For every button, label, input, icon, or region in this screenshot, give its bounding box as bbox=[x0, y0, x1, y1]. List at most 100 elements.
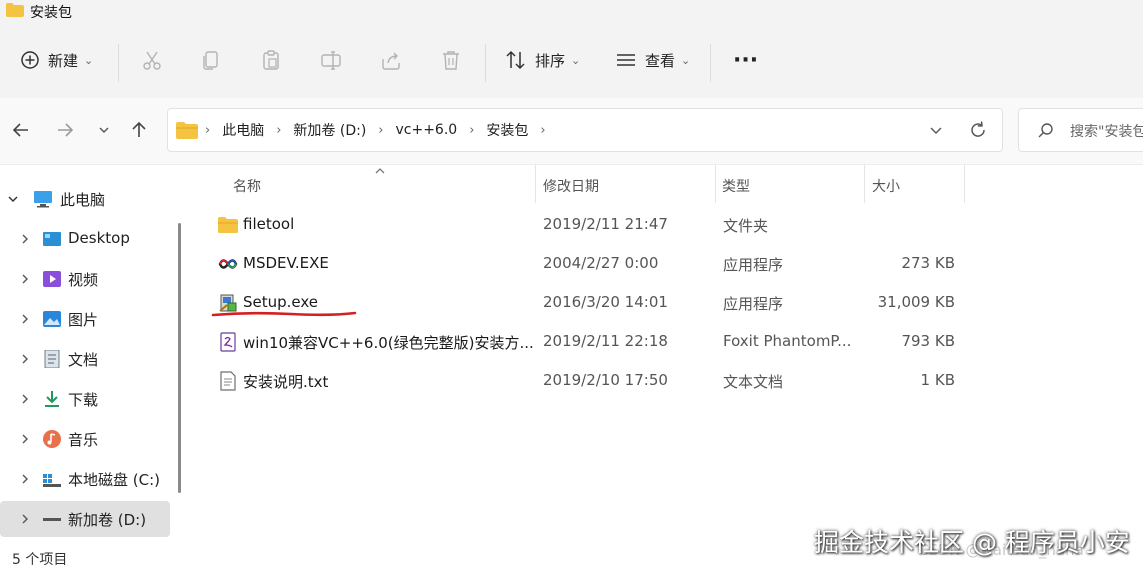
pdf-icon bbox=[220, 332, 236, 352]
file-type: 文本文档 bbox=[723, 373, 784, 391]
sidebar-item-label: 本地磁盘 (C:) bbox=[68, 471, 160, 489]
chevron-right-icon[interactable] bbox=[18, 432, 32, 446]
column-header-label: 修改日期 bbox=[543, 179, 599, 195]
file-date: 2019/2/10 17:50 bbox=[543, 371, 668, 389]
up-button[interactable] bbox=[127, 118, 151, 142]
file-row-msdev[interactable]: MSDEV.EXE 2004/2/27 0:00 应用程序 273 KB bbox=[210, 245, 970, 283]
drive-icon bbox=[43, 474, 61, 487]
column-header-date[interactable]: 修改日期 bbox=[535, 165, 715, 203]
view-button-label: 查看 bbox=[645, 51, 676, 70]
sidebar-item-label: 新加卷 (D:) bbox=[68, 511, 147, 529]
file-name: Setup.exe bbox=[243, 293, 319, 311]
msdev-icon bbox=[218, 259, 238, 269]
sidebar-item-label: 视频 bbox=[68, 271, 99, 289]
window-title: 安装包 bbox=[30, 5, 72, 21]
paste-button[interactable] bbox=[260, 22, 282, 98]
file-row-filetool[interactable]: filetool 2019/2/11 21:47 文件夹 bbox=[210, 206, 970, 244]
clipboard-icon bbox=[263, 50, 279, 70]
column-header-name[interactable]: 名称 bbox=[210, 165, 535, 203]
copy-icon bbox=[203, 51, 218, 70]
sidebar-item-label: 此电脑 bbox=[60, 191, 106, 209]
more-icon: ··· bbox=[733, 47, 759, 73]
file-name: win10兼容VC++6.0(绿色完整版)安装方... bbox=[243, 334, 534, 352]
search-input[interactable]: 搜索"安装包" bbox=[1070, 121, 1143, 141]
more-options-button[interactable]: ··· bbox=[733, 22, 758, 98]
back-button[interactable] bbox=[9, 118, 33, 142]
copy-button[interactable] bbox=[200, 22, 222, 98]
sidebar-item-videos[interactable]: 视频 bbox=[0, 261, 170, 297]
sidebar-item-documents[interactable]: 文档 bbox=[0, 341, 170, 377]
sidebar-scrollbar[interactable] bbox=[178, 223, 181, 493]
new-button[interactable]: 新建 ⌄ bbox=[20, 22, 93, 98]
column-header-size[interactable]: 大小 bbox=[864, 165, 964, 203]
picture-icon bbox=[43, 311, 61, 327]
navigation-bar: › 此电脑 › 新加卷 (D:) › vc++6.0 › 安装包 › 搜索"安装… bbox=[0, 98, 1143, 165]
column-header-type[interactable]: 类型 bbox=[715, 165, 865, 203]
breadcrumb-separator-icon: › bbox=[205, 122, 211, 138]
command-bar: 新建 ⌄ 排序 ⌄ 查看 ⌄ ··· bbox=[0, 22, 1143, 98]
search-icon bbox=[1038, 123, 1053, 138]
folder-icon bbox=[176, 122, 198, 139]
chevron-down-icon[interactable] bbox=[6, 192, 20, 206]
breadcrumb-separator-icon: › bbox=[276, 122, 282, 138]
chevron-down-icon: ⌄ bbox=[84, 53, 94, 67]
share-icon bbox=[382, 52, 400, 70]
file-row-pdf[interactable]: win10兼容VC++6.0(绿色完整版)安装方... 2019/2/11 22… bbox=[210, 323, 970, 361]
chevron-right-icon[interactable] bbox=[18, 392, 32, 406]
rename-button[interactable] bbox=[320, 22, 342, 98]
sidebar-item-music[interactable]: 音乐 bbox=[0, 421, 170, 457]
refresh-icon[interactable] bbox=[968, 120, 988, 140]
file-row-readme-txt[interactable]: 安装说明.txt 2019/2/10 17:50 文本文档 1 KB bbox=[210, 362, 970, 400]
monitor-icon bbox=[34, 191, 52, 208]
chevron-right-icon[interactable] bbox=[18, 512, 32, 526]
sidebar-item-this-pc[interactable]: 此电脑 bbox=[0, 181, 170, 217]
forward-button[interactable] bbox=[53, 118, 77, 142]
recent-locations-button[interactable] bbox=[92, 118, 116, 142]
file-name: MSDEV.EXE bbox=[243, 254, 329, 272]
address-bar[interactable]: › 此电脑 › 新加卷 (D:) › vc++6.0 › 安装包 › bbox=[167, 108, 1003, 152]
sidebar-item-downloads[interactable]: 下载 bbox=[0, 381, 170, 417]
column-header-label: 类型 bbox=[722, 179, 750, 195]
breadcrumb-vc-folder[interactable]: vc++6.0 bbox=[395, 122, 457, 138]
text-file-icon bbox=[220, 371, 236, 391]
sidebar-item-pictures[interactable]: 图片 bbox=[0, 301, 170, 337]
item-count-status: 5 个项目 bbox=[12, 552, 68, 568]
cut-button[interactable] bbox=[141, 22, 163, 98]
annotation-underline bbox=[211, 311, 357, 317]
arrow-right-icon bbox=[58, 123, 74, 137]
file-date: 2019/2/11 22:18 bbox=[543, 332, 668, 350]
music-icon bbox=[43, 430, 61, 448]
sidebar-item-label: 下载 bbox=[68, 391, 99, 409]
arrow-up-icon bbox=[132, 121, 146, 137]
rename-icon bbox=[321, 51, 341, 70]
drive-icon bbox=[43, 518, 61, 521]
chevron-right-icon[interactable] bbox=[18, 232, 32, 246]
title-bar: 安装包 bbox=[0, 0, 1143, 22]
delete-button[interactable] bbox=[440, 22, 462, 98]
view-button[interactable]: 查看 ⌄ bbox=[615, 22, 690, 98]
sidebar-item-desktop[interactable]: Desktop bbox=[0, 221, 170, 257]
breadcrumb-drive-d[interactable]: 新加卷 (D:) bbox=[293, 120, 366, 140]
sidebar-item-label: 文档 bbox=[68, 351, 99, 369]
sidebar-item-drive-c[interactable]: 本地磁盘 (C:) bbox=[0, 461, 170, 497]
search-box[interactable]: 搜索"安装包" bbox=[1018, 108, 1143, 152]
sidebar-item-drive-d[interactable]: 新加卷 (D:) bbox=[0, 501, 170, 537]
sidebar-item-label: 图片 bbox=[68, 311, 99, 329]
chevron-right-icon[interactable] bbox=[18, 312, 32, 326]
sort-button[interactable]: 排序 ⌄ bbox=[505, 22, 580, 98]
file-date: 2016/3/20 14:01 bbox=[543, 293, 668, 311]
file-name: filetool bbox=[243, 215, 295, 233]
chevron-right-icon[interactable] bbox=[18, 352, 32, 366]
chevron-right-icon[interactable] bbox=[18, 472, 32, 486]
file-type: Foxit PhantomP... bbox=[723, 332, 852, 350]
breadcrumb-separator-icon: › bbox=[378, 122, 384, 138]
share-button[interactable] bbox=[380, 22, 402, 98]
breadcrumb-install-folder[interactable]: 安装包 bbox=[486, 120, 528, 140]
chevron-right-icon[interactable] bbox=[18, 272, 32, 286]
column-divider[interactable] bbox=[964, 165, 965, 203]
breadcrumb-this-pc[interactable]: 此电脑 bbox=[222, 120, 264, 140]
address-history-chevron-icon[interactable] bbox=[928, 122, 944, 138]
watermark-primary: 掘金技术社区 @ 程序员小安 bbox=[814, 528, 1130, 557]
sidebar-item-label: Desktop bbox=[68, 229, 130, 247]
toolbar-divider bbox=[710, 44, 711, 82]
